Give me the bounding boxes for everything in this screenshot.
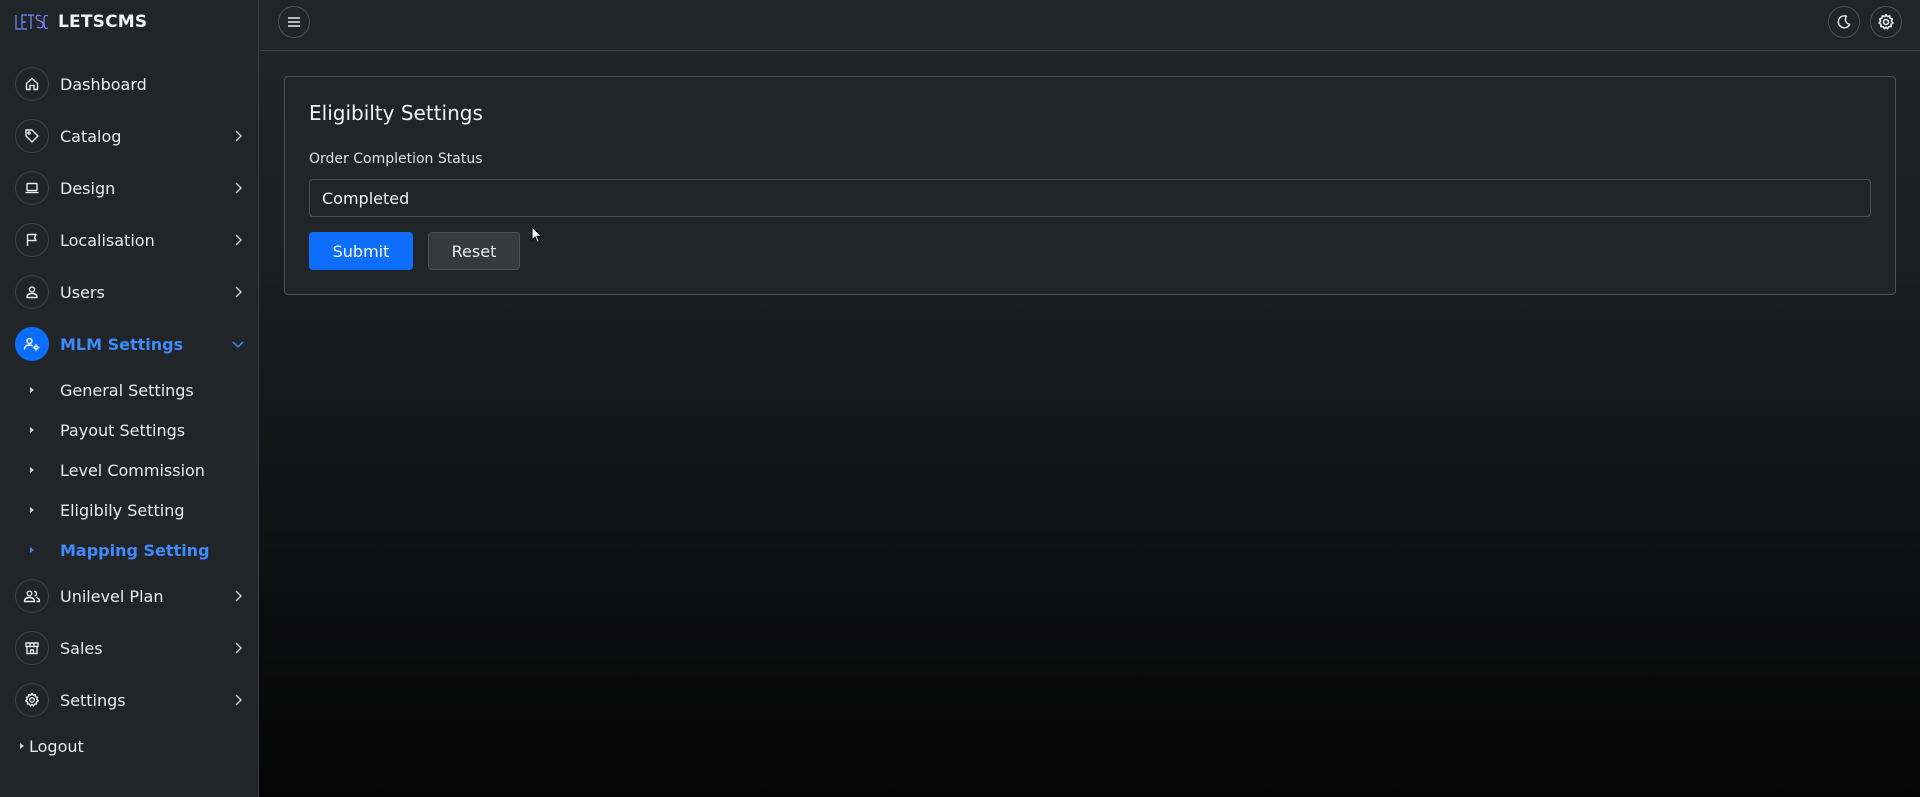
sidebar-subitem-eligibily-setting[interactable]: Eligibily Setting	[0, 490, 259, 530]
chevron-right-icon	[231, 181, 245, 195]
sidebar-item-mlm-settings[interactable]: MLM Settings	[0, 318, 259, 370]
sidebar-item-dashboard[interactable]: Dashboard	[0, 58, 259, 110]
settings-button[interactable]	[1870, 6, 1902, 38]
caret-right-icon	[20, 743, 24, 749]
brand-logo-icon	[14, 12, 50, 32]
sidebar-subitem-label: Level Commission	[60, 460, 205, 480]
brand-name: LETSCMS	[58, 12, 148, 32]
chevron-right-icon	[231, 641, 245, 655]
sidebar-item-label: Settings	[60, 690, 126, 710]
card-title: Eligibilty Settings	[309, 101, 483, 125]
theme-toggle-button[interactable]	[1828, 6, 1860, 38]
sidebar-item-label: Catalog	[60, 126, 122, 146]
order-completion-status-label: Order Completion Status	[309, 151, 483, 167]
gear-icon	[15, 683, 49, 717]
user-gear-icon	[15, 327, 49, 361]
sidebar-item-sales[interactable]: Sales	[0, 622, 259, 674]
sidebar-item-label: Localisation	[60, 230, 155, 250]
sidebar-nav: Dashboard Catalog Design Localisation Us…	[0, 58, 259, 726]
caret-right-icon	[30, 427, 34, 433]
order-completion-status-field[interactable]: Completed	[309, 179, 1871, 217]
topbar	[260, 0, 1920, 51]
chevron-right-icon	[231, 129, 245, 143]
sidebar-item-label: Design	[60, 178, 116, 198]
brand[interactable]: LETSCMS	[0, 0, 258, 44]
logout-label: Logout	[29, 736, 84, 756]
sidebar-subitem-payout-settings[interactable]: Payout Settings	[0, 410, 259, 450]
sidebar-item-design[interactable]: Design	[0, 162, 259, 214]
submit-button[interactable]: Submit	[309, 232, 413, 270]
chevron-down-icon	[231, 337, 245, 351]
chevron-right-icon	[231, 233, 245, 247]
mouse-cursor-icon	[531, 225, 543, 244]
sidebar-subitem-label: Eligibily Setting	[60, 500, 185, 520]
sidebar-item-label: MLM Settings	[60, 334, 184, 354]
sidebar-subitem-level-commission[interactable]: Level Commission	[0, 450, 259, 490]
sidebar-subitem-mapping-setting[interactable]: Mapping Setting	[0, 530, 259, 570]
sidebar-item-label: Sales	[60, 638, 103, 658]
caret-right-icon	[30, 387, 34, 393]
tag-icon	[15, 119, 49, 153]
eligibility-settings-card: Eligibilty Settings Order Completion Sta…	[284, 76, 1896, 295]
moon-icon	[1836, 14, 1852, 30]
sidebar-subitem-general-settings[interactable]: General Settings	[0, 370, 259, 410]
home-icon	[15, 67, 49, 101]
caret-right-icon	[30, 507, 34, 513]
sidebar-item-settings[interactable]: Settings	[0, 674, 259, 726]
chevron-right-icon	[231, 693, 245, 707]
sidebar-item-label: Dashboard	[60, 74, 147, 94]
flag-icon	[15, 223, 49, 257]
sidebar-subitem-label: Payout Settings	[60, 420, 186, 440]
sidebar-toggle-button[interactable]	[278, 6, 310, 38]
user-icon	[15, 275, 49, 309]
sidebar: LETSCMS Dashboard Catalog Design Localis…	[0, 0, 259, 797]
sidebar-item-label: Users	[60, 282, 105, 302]
chevron-right-icon	[231, 589, 245, 603]
caret-right-icon	[30, 467, 34, 473]
reset-button[interactable]: Reset	[428, 232, 520, 270]
sidebar-subitem-label: Mapping Setting	[60, 540, 210, 560]
sidebar-subitem-label: General Settings	[60, 380, 194, 400]
sidebar-item-unilevel-plan[interactable]: Unilevel Plan	[0, 570, 259, 622]
sidebar-item-catalog[interactable]: Catalog	[0, 110, 259, 162]
laptop-icon	[15, 171, 49, 205]
sidebar-item-users[interactable]: Users	[0, 266, 259, 318]
chevron-right-icon	[231, 285, 245, 299]
sidebar-item-label: Unilevel Plan	[60, 586, 164, 606]
order-completion-status-value: Completed	[322, 188, 410, 208]
caret-right-icon	[30, 547, 34, 553]
gear-icon	[1877, 13, 1895, 31]
hamburger-icon	[286, 15, 302, 29]
logout-link[interactable]: Logout	[0, 731, 259, 761]
users-icon	[15, 579, 49, 613]
store-icon	[15, 631, 49, 665]
sidebar-item-localisation[interactable]: Localisation	[0, 214, 259, 266]
